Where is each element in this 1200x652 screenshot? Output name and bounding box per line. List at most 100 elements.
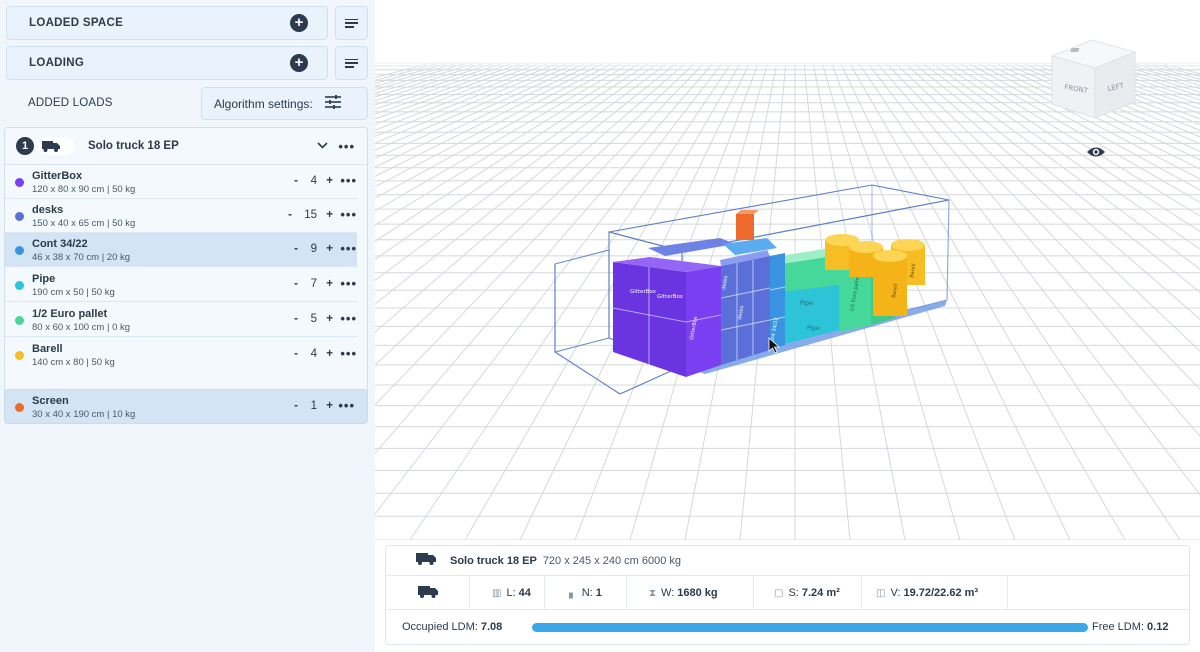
stat-surface-label: S:: [788, 587, 799, 599]
load-more-button[interactable]: •••: [340, 241, 357, 256]
gitterbox-label: GitterBox: [630, 289, 657, 295]
decrease-button[interactable]: -: [288, 209, 292, 221]
color-dot: [15, 316, 24, 325]
grid-line: [375, 61, 544, 125]
grid-line: [375, 61, 562, 137]
grid-line: [1073, 61, 1200, 105]
load-item-euro-pallet[interactable]: 1/2 Euro pallet 80 x 60 x 100 cm | 0 kg …: [5, 303, 357, 337]
load-item-cont[interactable]: Cont 34/22 46 x 38 x 70 cm | 20 kg - 9 +…: [5, 233, 357, 267]
loading-scene[interactable]: Pipe Pipe 1/2 Euro pallet 1/2 Euro palle…: [375, 0, 1200, 540]
load-more-button[interactable]: •••: [340, 276, 357, 291]
increase-button[interactable]: +: [326, 400, 333, 412]
grid-line: [893, 61, 1200, 352]
decrease-button[interactable]: -: [294, 175, 298, 187]
grid-line: [1019, 61, 1200, 138]
free-ldm-label: Free LDM:: [1092, 621, 1144, 633]
decrease-button[interactable]: -: [294, 400, 298, 412]
grid-line: [375, 61, 463, 87]
load-name: Pipe: [32, 273, 56, 285]
view-cube[interactable]: FRONT LEFT: [1050, 39, 1137, 119]
truck-index-badge: 1: [16, 137, 34, 155]
load-more-button[interactable]: •••: [340, 207, 357, 222]
load-dims: 80 x 60 x 100 cm | 0 kg: [32, 322, 131, 333]
add-loaded-space-button[interactable]: +: [290, 14, 308, 32]
load-item-screen[interactable]: Screen 30 x 40 x 190 cm | 10 kg - 1 + ••…: [4, 389, 368, 424]
load-more-button[interactable]: •••: [340, 346, 357, 361]
truck-header[interactable]: 1 Solo truck 18 EP •••: [5, 128, 367, 165]
stat-volume-label: V:: [890, 587, 901, 599]
stat-surface: ▢ S: 7.24 m²: [754, 576, 862, 610]
loading-title: LOADING: [29, 57, 85, 69]
screen-cargo: [736, 210, 759, 240]
load-name: GitterBox: [32, 170, 83, 182]
increase-button[interactable]: +: [326, 209, 333, 221]
count-icon: ▖: [569, 587, 577, 599]
grid-line: [875, 61, 1200, 437]
menu-icon: [345, 18, 358, 28]
load-dims: 150 x 40 x 65 cm | 50 kg: [32, 218, 136, 229]
truck-more-button[interactable]: •••: [338, 139, 355, 154]
load-item-gitterbox[interactable]: GitterBox 120 x 80 x 90 cm | 50 kg - 4 +…: [5, 165, 357, 199]
pipe-label: Pipe: [800, 300, 813, 307]
grid-line: [375, 61, 508, 106]
grid-line: [1109, 61, 1200, 90]
load-dims: 190 cm x 50 | 50 kg: [32, 287, 115, 298]
decrease-button[interactable]: -: [294, 313, 298, 325]
truck-info-panel: Solo truck 18 EP 720 x 245 x 240 cm 6000…: [385, 545, 1190, 645]
grid-line: [1010, 61, 1200, 145]
increase-button[interactable]: +: [326, 348, 333, 360]
load-more-button[interactable]: •••: [340, 173, 357, 188]
stat-count-label: N:: [581, 587, 593, 599]
increase-button[interactable]: +: [326, 278, 333, 290]
stat-surface-value: 7.24 m²: [801, 587, 840, 599]
decrease-button[interactable]: -: [294, 348, 298, 360]
stat-count-value: 1: [595, 587, 602, 599]
grid-line: [884, 61, 1200, 391]
load-item-pipe[interactable]: Pipe 190 cm x 50 | 50 kg - 7 + •••: [5, 268, 357, 302]
left-panel: LOADED SPACE + LOADING + ADDED LOADS Alg…: [0, 0, 375, 652]
loading-section[interactable]: LOADING +: [6, 46, 328, 80]
grid-line: [983, 61, 1200, 170]
load-name: 1/2 Euro pallet: [32, 308, 108, 320]
stat-weight-label: W:: [661, 587, 675, 599]
increase-button[interactable]: +: [326, 243, 333, 255]
stat-length-label: L:: [506, 587, 516, 599]
grid-line: [375, 61, 499, 102]
stat-length: ▥ L: 44: [470, 576, 545, 610]
load-item-desks[interactable]: desks 150 x 40 x 65 cm | 50 kg - 15 + ••…: [5, 199, 357, 233]
chevron-down-icon[interactable]: [317, 141, 328, 152]
quantity-value: 7: [310, 278, 317, 290]
truck-name: Solo truck 18 EP: [88, 140, 179, 152]
loaded-space-section[interactable]: LOADED SPACE +: [6, 6, 328, 40]
gitterbox-cargo: GitterBox GitterBox GitterBox: [612, 257, 722, 377]
stat-count: ▖ N: 1: [545, 576, 627, 610]
decrease-button[interactable]: -: [294, 243, 298, 255]
pipe-label: Pipe: [807, 325, 820, 332]
3d-viewport[interactable]: Pipe Pipe 1/2 Euro pallet 1/2 Euro palle…: [375, 0, 1200, 540]
load-more-button[interactable]: •••: [340, 311, 357, 326]
stat-weight-value: 1680 kg: [677, 587, 718, 599]
increase-button[interactable]: +: [326, 175, 333, 187]
grid-line: [974, 61, 1200, 180]
grid-line: [375, 61, 490, 98]
grid-line: [375, 61, 598, 168]
load-item-barell[interactable]: Barell 140 cm x 80 | 50 kg - 4 + •••: [5, 338, 357, 372]
quantity-value: 1: [310, 400, 317, 412]
loaded-space-title: LOADED SPACE: [29, 17, 124, 29]
color-dot: [15, 403, 24, 412]
truck-stats-row: ▥ L: 44 ▖ N: 1 ⧗ W: 1680 kg ▢ S: 7.24 m² ◫ V…: [386, 576, 1189, 610]
load-more-button[interactable]: •••: [338, 398, 355, 413]
surface-icon: ▢: [774, 587, 784, 599]
decrease-button[interactable]: -: [294, 278, 298, 290]
load-dims: 46 x 38 x 70 cm | 20 kg: [32, 252, 131, 263]
loading-menu-button[interactable]: [335, 46, 368, 80]
add-loading-button[interactable]: +: [290, 54, 308, 72]
load-dims: 140 cm x 80 | 50 kg: [32, 357, 115, 368]
loaded-space-menu-button[interactable]: [335, 6, 368, 40]
weight-icon: ⧗: [649, 587, 657, 599]
occupied-ldm-value: 7.08: [480, 621, 503, 633]
grid-line: [1100, 61, 1200, 93]
algorithm-settings-button[interactable]: Algorithm settings:: [201, 87, 368, 120]
increase-button[interactable]: +: [326, 313, 333, 325]
truck-icon: [38, 137, 74, 155]
